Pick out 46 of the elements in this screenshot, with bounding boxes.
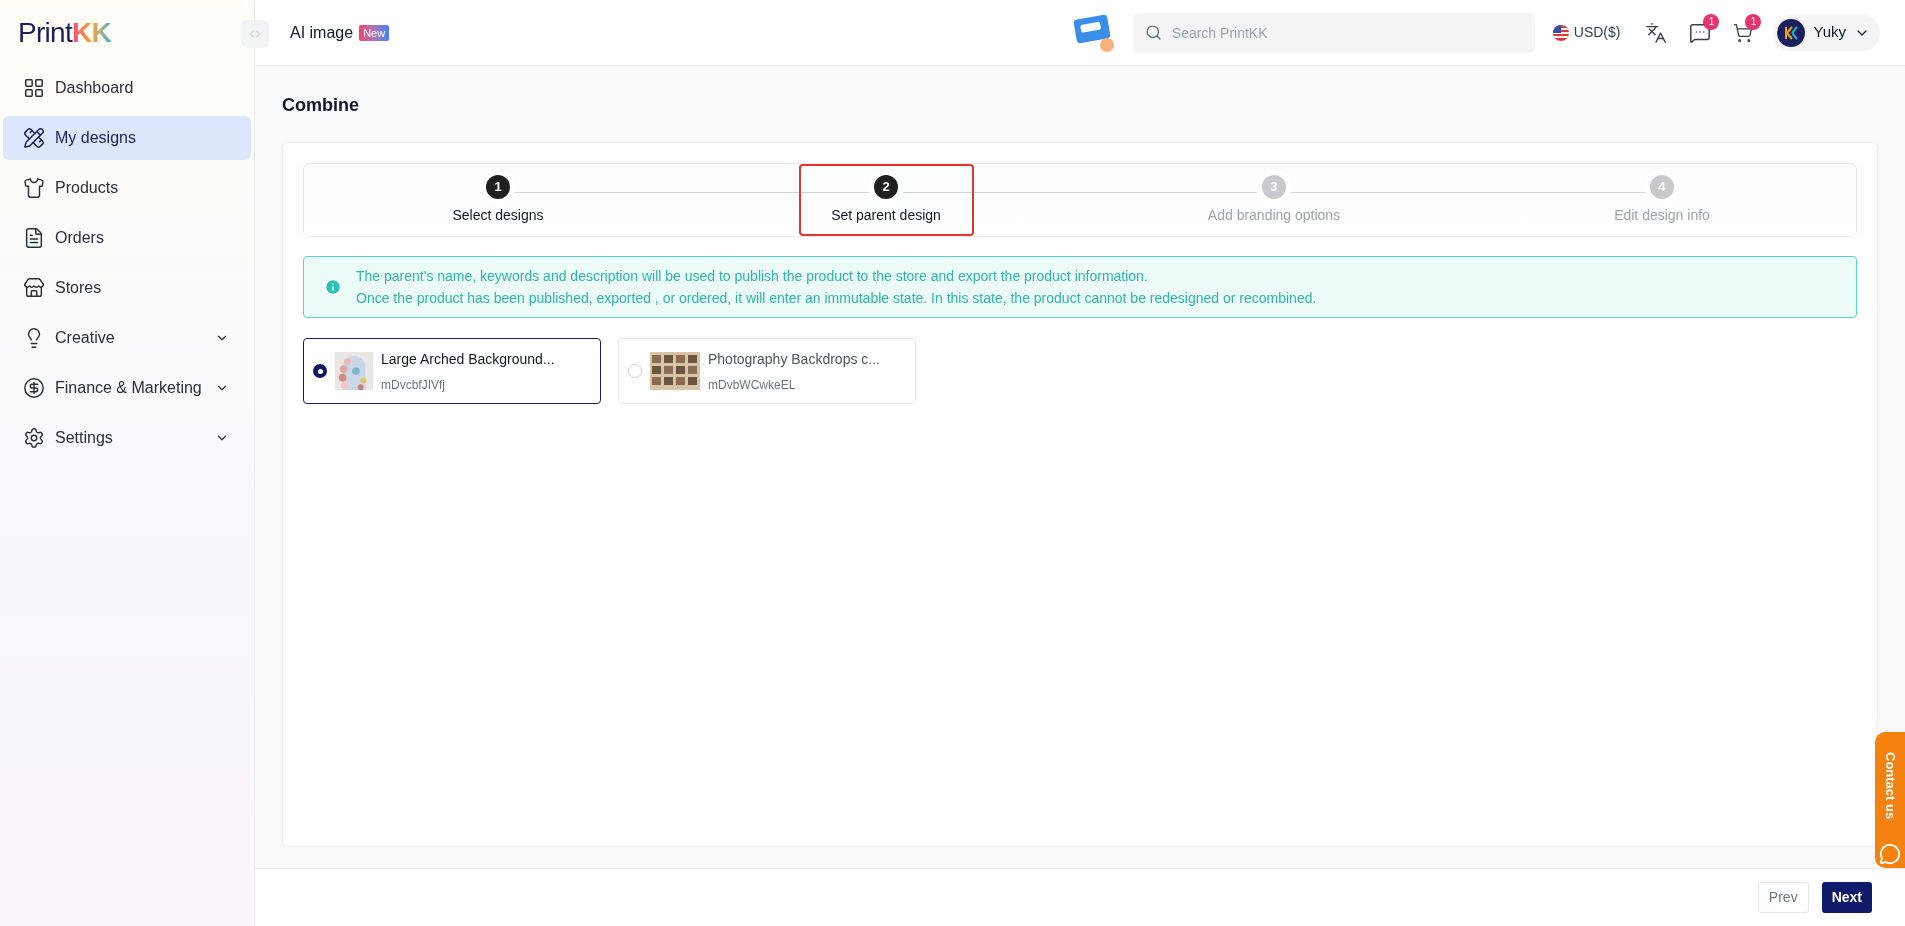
notice-text: The parent's name, keywords and description will be used to publish the product to the store and export the product information. [356,267,1149,286]
count-badge: 1 [1745,13,1762,30]
new-tag: New [359,24,390,41]
flag-icon [1552,24,1569,41]
sidebar-item[interactable]: Creative [3,316,251,360]
chevrons-icon [248,27,262,41]
design-title: Large Arched Background... [381,349,555,369]
step-label: Add branding options [1207,205,1341,225]
page-link[interactable]: AI image [290,20,354,45]
radio-button[interactable] [313,364,327,378]
currency-selector[interactable]: USD($) [1552,22,1621,43]
dollar-icon [23,377,45,399]
shirt-icon [23,177,45,199]
step-label: Select designs [452,205,544,225]
grid-icon [23,77,45,99]
next-button[interactable]: Next [1821,882,1872,913]
sidebar-item[interactable]: Finance & Marketing [3,366,251,410]
search-icon [1144,23,1162,41]
sidebar-item[interactable]: Dashboard [3,66,251,110]
design-code: mDvbWCwkeEL [708,376,797,394]
sidebar-item[interactable]: Stores [3,266,251,310]
avatar-icon [1777,18,1806,47]
chat-icon[interactable] [1879,843,1901,865]
info-icon [324,278,342,296]
count-badge: 1 [1703,13,1720,30]
step-label: Set parent design [831,205,941,225]
design-title: Photography Backdrops c... [708,349,880,369]
page-title: Combine [282,94,360,117]
logo[interactable]: PrintKK [18,19,112,47]
design-option[interactable]: Photography Backdrops c... mDvbWCwkeEL [618,338,916,404]
translate-icon[interactable] [1645,21,1668,44]
sidebar-item[interactable]: Products [3,166,251,210]
user-menu[interactable]: Yuky [1773,14,1880,51]
notice-text: Once the product has been published, exported , or ordered, it will enter an immutable state. In this state, the product cannot be redesigned or recombined. [356,289,1317,308]
design-option[interactable]: Large Arched Background... mDvcbfJIVfj [303,338,601,404]
prev-button[interactable]: Prev [1757,882,1809,913]
sidebar-item[interactable]: Orders [3,216,251,260]
document-icon [23,227,45,249]
store-icon [23,277,45,299]
sidebar-item[interactable]: My designs [3,116,251,160]
settings-icon [23,427,45,449]
design-code: mDvcbfJIVfj [381,376,446,394]
search-field[interactable]: Search PrintKK [1132,12,1535,53]
step-label: Edit design info [1614,205,1710,225]
sidebar-item[interactable]: Settings [3,416,251,460]
pencil-ruler-icon [23,127,45,149]
